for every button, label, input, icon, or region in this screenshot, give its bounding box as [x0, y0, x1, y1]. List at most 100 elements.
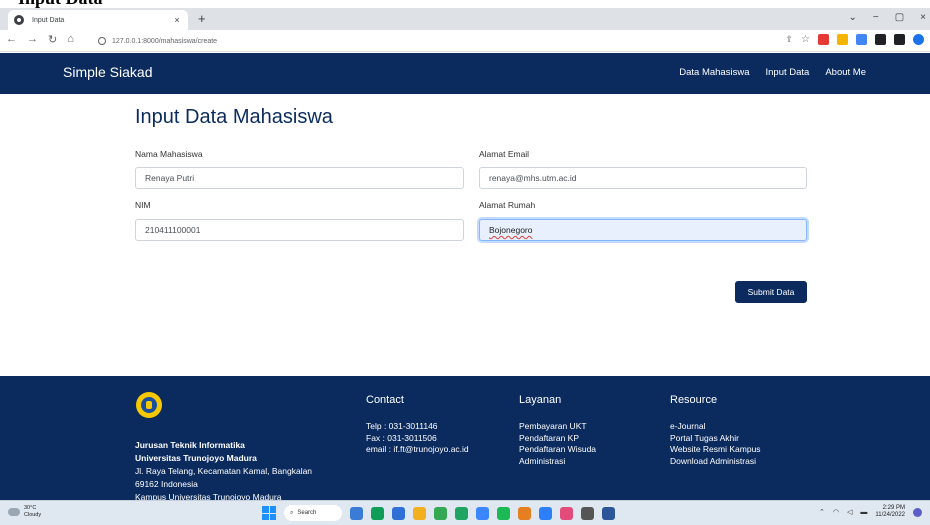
caption-strip: Input Data [0, 0, 930, 8]
org-line: Jl. Raya Telang, Kecamatan Kamal, Bangka… [135, 466, 313, 476]
os-taskbar: 30°C Cloudy ⌕ Search ⌃ ◠ ◁ ▬ 2:29 PM 11/… [0, 500, 930, 525]
weather-desc: Cloudy [24, 512, 42, 518]
org-line: Jurusan Teknik Informatika [135, 440, 245, 450]
system-tray: ⌃ ◠ ◁ ▬ 2:29 PM 11/24/2022 [819, 505, 922, 519]
browser-extension-icon[interactable] [818, 34, 829, 45]
nama-input[interactable]: Renaya Putri [135, 167, 464, 189]
back-icon[interactable]: ← [6, 33, 17, 46]
taskbar-app-icon[interactable] [392, 506, 405, 520]
globe-icon [14, 15, 24, 25]
close-window-button[interactable]: × [920, 12, 926, 23]
home-icon[interactable]: ⌂ [67, 33, 74, 46]
new-tab-button[interactable]: + [198, 12, 206, 26]
org-line: Kampus Universitas Trunojoyo Madura [135, 492, 282, 500]
contact-line: email : if.ft@trunojoyo.ac.id [366, 444, 469, 454]
browser-extension-icon[interactable] [875, 34, 886, 45]
nav-links: Data Mahasiswa Input Data About Me [679, 67, 866, 78]
nav-buttons: ← → ↻ ⌂ [6, 33, 74, 46]
windows-start-icon[interactable] [262, 506, 276, 520]
email-label: Alamat Email [479, 149, 530, 159]
taskbar-app-icon[interactable] [350, 506, 363, 520]
taskbar-app-icon[interactable] [560, 506, 573, 520]
footer-org-info: Jurusan Teknik Informatika Universitas T… [135, 439, 312, 500]
layanan-link[interactable]: Pembayaran UKT [519, 421, 596, 433]
clock-date: 11/24/2022 [875, 512, 905, 518]
email-input[interactable]: renaya@mhs.utm.ac.id [479, 167, 807, 189]
notification-icon[interactable] [913, 507, 922, 517]
volume-icon[interactable]: ◁ [847, 508, 852, 516]
taskbar-app-icon[interactable] [602, 506, 615, 520]
taskbar-app-icon[interactable] [581, 506, 594, 520]
org-line: 69162 Indonesia [135, 479, 198, 489]
extension-icons: ⇪ ☆ [785, 34, 924, 45]
url-text: 127.0.0.1:8000/mahasiswa/create [112, 37, 218, 45]
taskbar-app-icon[interactable] [371, 506, 384, 520]
tray-chevron-icon[interactable]: ⌃ [819, 508, 825, 516]
nim-label: NIM [135, 200, 151, 210]
browser-extension-icon[interactable] [837, 34, 848, 45]
page-title: Input Data Mahasiswa [135, 106, 333, 128]
browser-tab[interactable]: Input Data × [8, 10, 188, 30]
alamat-value: Bojonegoro [489, 225, 533, 235]
nama-label: Nama Mahasiswa [135, 149, 203, 159]
alamat-label: Alamat Rumah [479, 200, 536, 210]
taskbar-apps: ⌕ Search [262, 505, 615, 521]
layanan-link[interactable]: Pendaftaran KP [519, 433, 596, 445]
resource-heading: Resource [670, 394, 718, 406]
layanan-heading: Layanan [519, 394, 562, 406]
taskbar-app-icon[interactable] [476, 506, 489, 520]
layanan-link[interactable]: Pendaftaran Wisuda [519, 444, 596, 456]
contact-line: Telp : 031-3011146 [366, 421, 438, 431]
browser-extension-icon[interactable] [913, 34, 924, 45]
footer-layanan: Layanan Pembayaran UKT Pendaftaran KP Pe… [519, 394, 596, 467]
browser-tab-bar: Input Data × + ⌄ − ▢ × [0, 8, 930, 30]
footer-resource: Resource e-Journal Portal Tugas Akhir We… [670, 394, 761, 467]
clock[interactable]: 2:29 PM 11/24/2022 [875, 505, 905, 519]
url-field[interactable]: 127.0.0.1:8000/mahasiswa/create [98, 33, 798, 49]
search-icon: ⌕ [290, 509, 294, 516]
browser-extension-icon[interactable] [856, 34, 867, 45]
taskbar-app-icon[interactable] [539, 506, 552, 520]
tab-title: Input Data [32, 16, 65, 24]
university-logo [136, 392, 162, 418]
browser-extension-icon[interactable] [894, 34, 905, 45]
taskbar-app-icon[interactable] [434, 506, 447, 520]
resource-link[interactable]: Portal Tugas Akhir [670, 433, 761, 445]
wifi-icon[interactable]: ◠ [833, 508, 839, 516]
alamat-input[interactable]: Bojonegoro [479, 219, 807, 241]
window-controls: ⌄ − ▢ × [848, 12, 926, 23]
resource-link[interactable]: e-Journal [670, 421, 761, 433]
tab-search-icon[interactable]: ⌄ [848, 12, 856, 23]
maximize-button[interactable]: ▢ [895, 12, 904, 23]
reload-icon[interactable]: ↻ [48, 33, 57, 46]
app-navbar: Simple Siakad Data Mahasiswa Input Data … [0, 53, 930, 94]
minimize-button[interactable]: − [873, 12, 879, 23]
site-info-icon[interactable] [98, 37, 106, 45]
resource-link[interactable]: Download Administrasi [670, 456, 761, 468]
taskbar-search-label: Search [297, 510, 317, 516]
clock-time: 2:29 PM [882, 505, 905, 511]
taskbar-app-icon[interactable] [518, 506, 531, 520]
taskbar-app-icon[interactable] [497, 506, 510, 520]
resource-link[interactable]: Website Resmi Kampus [670, 444, 761, 456]
share-icon[interactable]: ⇪ [785, 34, 793, 45]
brand-link[interactable]: Simple Siakad [63, 64, 153, 80]
taskbar-app-icon[interactable] [413, 506, 426, 520]
site-footer: Jurusan Teknik Informatika Universitas T… [0, 376, 930, 500]
close-tab-icon[interactable]: × [172, 15, 182, 25]
nim-input[interactable]: 210411100001 [135, 219, 464, 241]
bookmark-star-icon[interactable]: ☆ [801, 34, 810, 45]
submit-button[interactable]: Submit Data [735, 281, 807, 303]
taskbar-search[interactable]: ⌕ Search [284, 505, 342, 521]
taskbar-app-icon[interactable] [455, 506, 468, 520]
forward-icon[interactable]: → [27, 33, 38, 46]
footer-contact: Contact Telp : 031-3011146 Fax : 031-301… [366, 394, 469, 456]
nav-link-input-data[interactable]: Input Data [765, 67, 809, 78]
address-bar: ← → ↻ ⌂ 127.0.0.1:8000/mahasiswa/create … [0, 30, 930, 52]
layanan-link[interactable]: Administrasi [519, 456, 596, 468]
weather-widget[interactable]: 30°C Cloudy [8, 505, 41, 519]
nav-link-about-me[interactable]: About Me [825, 67, 866, 78]
battery-icon[interactable]: ▬ [860, 509, 867, 516]
cloud-icon [8, 508, 20, 516]
nav-link-data-mahasiswa[interactable]: Data Mahasiswa [679, 67, 749, 78]
